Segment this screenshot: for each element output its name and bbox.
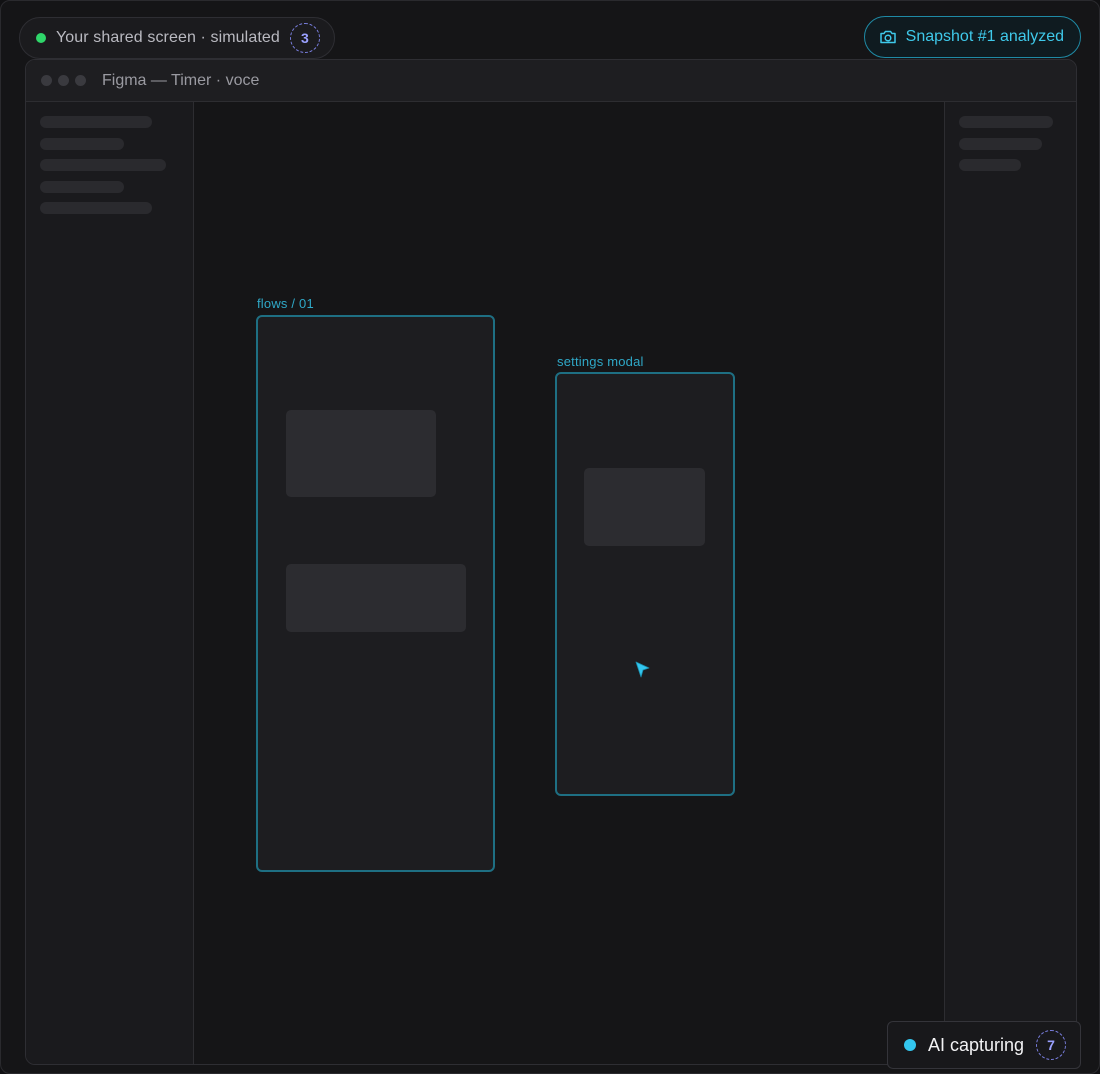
shared-screen-label: Your shared screen · simulated	[56, 29, 280, 46]
property-placeholder	[959, 159, 1021, 171]
snapshot-analyzed-button[interactable]: Snapshot #1 analyzed	[863, 16, 1081, 58]
placeholder-block	[584, 468, 705, 546]
camera-icon	[879, 30, 896, 44]
property-placeholder	[959, 116, 1053, 128]
property-placeholder	[959, 137, 1042, 150]
app-stage: Your shared screen · simulated 3 Snapsho…	[0, 0, 1100, 1074]
layer-placeholder	[40, 180, 124, 193]
design-canvas[interactable]: flows / 01 settings modal	[194, 102, 944, 1064]
shared-screen-count-badge: 3	[289, 23, 320, 53]
placeholder-block	[286, 410, 436, 497]
ai-capturing-indicator[interactable]: AI capturing 7	[886, 1021, 1081, 1069]
frame-label-flows: flows / 01	[257, 296, 314, 311]
layer-placeholder	[40, 202, 152, 214]
placeholder-block	[286, 564, 466, 632]
ai-status-dot	[903, 1039, 916, 1051]
frame-settings-modal[interactable]	[555, 372, 735, 796]
layer-placeholder	[40, 116, 152, 128]
figma-window: Figma — Timer · voce flows / 01 settings…	[25, 59, 1077, 1065]
frame-label-settings-modal: settings modal	[557, 354, 644, 369]
live-status-dot	[36, 33, 46, 43]
window-body: flows / 01 settings modal	[26, 102, 1076, 1064]
pointer-cursor-icon	[635, 661, 650, 678]
layer-placeholder	[40, 137, 124, 150]
properties-panel	[944, 102, 1076, 1064]
snapshot-label: Snapshot #1 analyzed	[905, 28, 1064, 45]
window-titlebar: Figma — Timer · voce	[26, 60, 1076, 102]
ai-capturing-label: AI capturing	[927, 1034, 1024, 1055]
frame-flows[interactable]	[256, 315, 495, 872]
window-title: Figma — Timer · voce	[102, 71, 260, 89]
layer-placeholder	[40, 159, 166, 171]
window-close-dot[interactable]	[41, 75, 52, 86]
shared-screen-indicator: Your shared screen · simulated 3	[19, 17, 335, 59]
ai-capture-count-badge: 7	[1036, 1030, 1066, 1060]
window-maximize-dot[interactable]	[75, 75, 86, 86]
layers-panel	[26, 102, 194, 1064]
window-minimize-dot[interactable]	[58, 75, 69, 86]
